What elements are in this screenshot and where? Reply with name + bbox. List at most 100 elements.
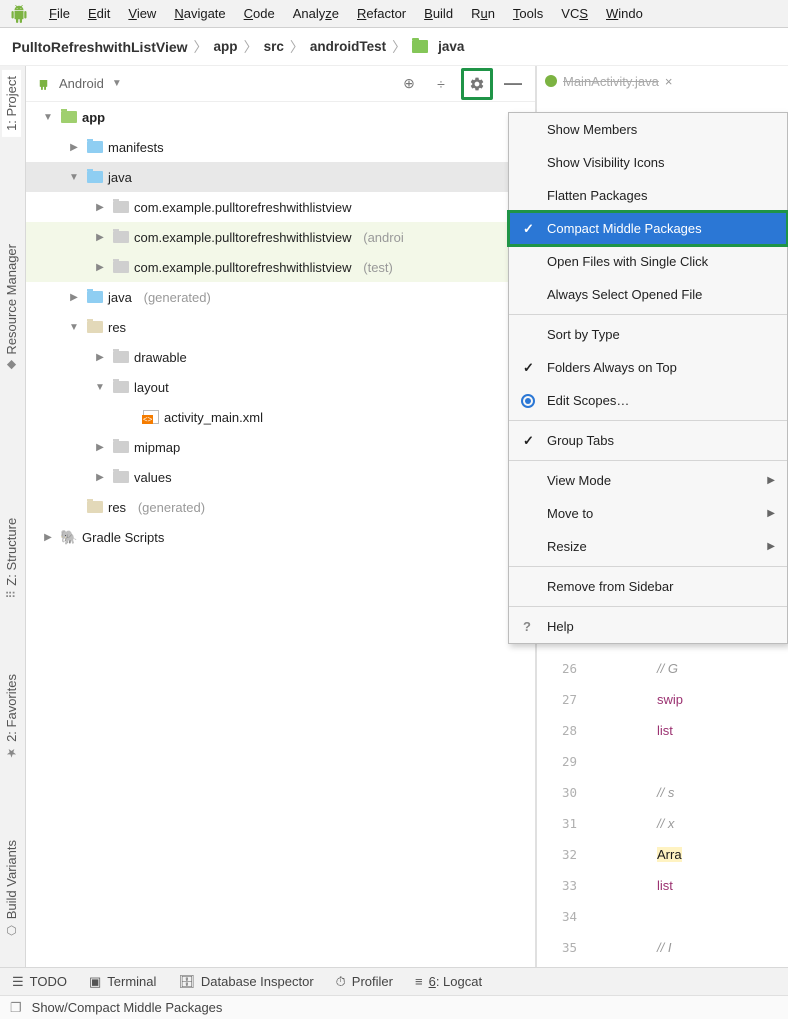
tool-database-inspector[interactable]: 🗄Database Inspector — [178, 974, 313, 990]
menu-view[interactable]: View — [119, 0, 165, 28]
rail-tab-project[interactable]: 1: Project — [2, 70, 21, 137]
crumb-java[interactable]: java — [438, 39, 464, 54]
project-view-selector[interactable]: Android — [59, 76, 104, 91]
rail-tab-favorites[interactable]: ★2: Favorites — [2, 668, 21, 766]
menu-vcs[interactable]: VCS — [552, 0, 597, 28]
tree-node-values[interactable]: ▶ values — [26, 462, 535, 492]
menu-analyze[interactable]: Analyze — [284, 0, 348, 28]
bottom-tool-bar: ☰TODO ▣Terminal 🗄Database Inspector ⏱Pro… — [0, 967, 788, 995]
android-logo-icon — [8, 3, 30, 25]
res-folder-icon — [87, 321, 103, 333]
expand-arrow-icon: ▼ — [92, 382, 108, 393]
tree-node-mipmap[interactable]: ▶ mipmap — [26, 432, 535, 462]
menu-resize[interactable]: Resize▶ — [509, 530, 787, 563]
xml-file-icon — [143, 410, 159, 424]
menu-group-tabs[interactable]: ✓Group Tabs — [509, 424, 787, 457]
hide-button[interactable]: — — [501, 72, 525, 96]
check-icon: ✓ — [523, 221, 534, 237]
menu-navigate[interactable]: Navigate — [165, 0, 234, 28]
submenu-arrow-icon: ▶ — [767, 508, 775, 519]
menu-view-mode[interactable]: View Mode▶ — [509, 464, 787, 497]
window-icon[interactable]: ❐ — [10, 1000, 22, 1016]
generated-folder-icon — [87, 501, 103, 513]
menu-build[interactable]: Build — [415, 0, 462, 28]
expand-arrow-icon: ▶ — [66, 142, 82, 153]
tree-node-layout[interactable]: ▼ layout — [26, 372, 535, 402]
terminal-icon: ▣ — [89, 974, 101, 990]
tree-node-pkg-androidtest[interactable]: ▶ com.example.pulltorefreshwithlistview … — [26, 222, 535, 252]
menu-move-to[interactable]: Move to▶ — [509, 497, 787, 530]
crumb-src[interactable]: src — [264, 39, 284, 54]
generated-folder-icon — [87, 291, 103, 303]
menu-folders-always-on-top[interactable]: ✓Folders Always on Top — [509, 351, 787, 384]
gauge-icon: ⏱ — [336, 974, 346, 990]
divider-icon[interactable]: ÷ — [429, 72, 453, 96]
breadcrumb-bar: PulltoRefreshwithListView 〉 app 〉 src 〉 … — [0, 28, 788, 66]
tree-node-res[interactable]: ▼ res — [26, 312, 535, 342]
folder-icon — [113, 351, 129, 363]
tree-node-res-generated[interactable]: res (generated) — [26, 492, 535, 522]
menu-remove-from-sidebar[interactable]: Remove from Sidebar — [509, 570, 787, 603]
menu-tools[interactable]: Tools — [504, 0, 552, 28]
menu-help[interactable]: ?Help — [509, 610, 787, 643]
menu-refactor[interactable]: Refactor — [348, 0, 415, 28]
gear-popup-menu: Show Members Show Visibility Icons Flatt… — [508, 112, 788, 644]
menu-edit[interactable]: Edit — [79, 0, 119, 28]
tree-node-manifests[interactable]: ▶ manifests — [26, 132, 535, 162]
rail-tab-build-variants[interactable]: ⬡Build Variants — [2, 834, 21, 943]
question-icon: ? — [523, 619, 531, 634]
tree-node-gradle-scripts[interactable]: ▶ 🐘 Gradle Scripts — [26, 522, 535, 552]
menu-compact-middle-packages[interactable]: ✓Compact Middle Packages — [509, 212, 787, 245]
rail-tab-resource-manager[interactable]: ◆Resource Manager — [2, 238, 21, 379]
select-opened-file-button[interactable]: ⊕ — [397, 72, 421, 96]
structure-icon: ⠿ — [5, 590, 19, 599]
code-area[interactable]: // G swip list // s // x Arra list // I … — [657, 622, 683, 967]
crumb-app[interactable]: app — [214, 39, 238, 54]
menu-run[interactable]: Run — [462, 0, 504, 28]
top-menu-bar: File Edit View Navigate Code Analyze Ref… — [0, 0, 788, 28]
line-gutter: 25 26 27 28 29 30 31 32 33 34 35 36 — [537, 622, 585, 967]
star-icon: ★ — [5, 746, 19, 760]
menu-edit-scopes[interactable]: Edit Scopes… — [509, 384, 787, 417]
tree-node-pkg-test[interactable]: ▶ com.example.pulltorefreshwithlistview … — [26, 252, 535, 282]
menu-always-select-opened-file[interactable]: Always Select Opened File — [509, 278, 787, 311]
chevron-icon: 〉 — [244, 37, 258, 57]
menu-open-files-single-click[interactable]: Open Files with Single Click — [509, 245, 787, 278]
android-icon — [36, 75, 51, 93]
tool-todo[interactable]: ☰TODO — [12, 974, 67, 990]
gear-icon — [465, 72, 489, 96]
folder-icon — [87, 141, 103, 153]
tree-node-app[interactable]: ▼ app — [26, 102, 535, 132]
menu-sort-by-type[interactable]: Sort by Type — [509, 318, 787, 351]
tool-profiler[interactable]: ⏱Profiler — [336, 974, 393, 990]
editor-tab[interactable]: MainActivity.java × — [537, 66, 788, 96]
menu-show-visibility-icons[interactable]: Show Visibility Icons — [509, 146, 787, 179]
gear-button-highlighted[interactable] — [461, 68, 493, 100]
database-icon: 🗄 — [178, 974, 195, 990]
menu-file[interactable]: File — [40, 0, 79, 28]
menu-code[interactable]: Code — [235, 0, 284, 28]
android-icon: ⬡ — [5, 923, 19, 937]
tree-node-activity-main-xml[interactable]: activity_main.xml — [26, 402, 535, 432]
tree-node-java-generated[interactable]: ▶ java (generated) — [26, 282, 535, 312]
file-type-icon — [545, 75, 557, 87]
package-icon — [113, 231, 129, 243]
crumb-androidtest[interactable]: androidTest — [310, 39, 386, 54]
folder-icon — [113, 441, 129, 453]
tree-node-java[interactable]: ▼ java — [26, 162, 535, 192]
crumb-root[interactable]: PulltoRefreshwithListView — [12, 39, 188, 55]
module-folder-icon — [61, 111, 77, 123]
expand-arrow-icon: ▶ — [92, 202, 108, 213]
tree-node-pkg-main[interactable]: ▶ com.example.pulltorefreshwithlistview — [26, 192, 535, 222]
expand-arrow-icon: ▶ — [40, 532, 56, 543]
tool-logcat[interactable]: ≡6: Logcat — [415, 974, 482, 989]
close-tab-icon[interactable]: × — [665, 74, 673, 89]
rail-tab-structure[interactable]: ⠿Z: Structure — [2, 512, 21, 605]
tool-terminal[interactable]: ▣Terminal — [89, 974, 156, 990]
menu-show-members[interactable]: Show Members — [509, 113, 787, 146]
tree-node-drawable[interactable]: ▶ drawable — [26, 342, 535, 372]
radio-icon — [521, 394, 535, 408]
submenu-arrow-icon: ▶ — [767, 475, 775, 486]
menu-flatten-packages[interactable]: Flatten Packages — [509, 179, 787, 212]
menu-window[interactable]: Windo — [597, 0, 652, 28]
